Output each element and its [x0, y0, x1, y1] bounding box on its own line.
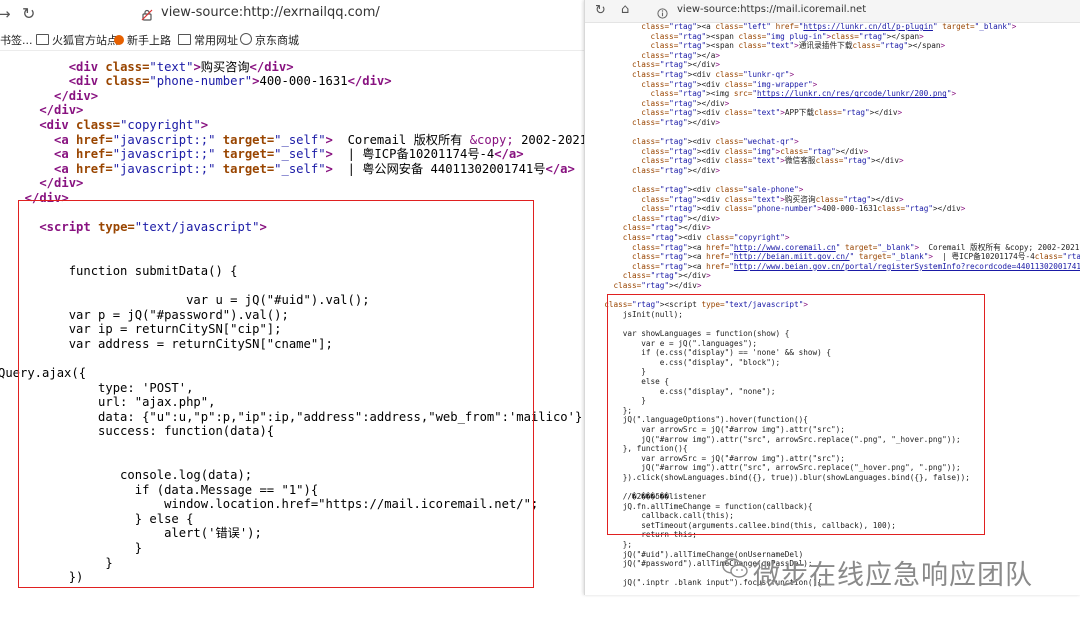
code-line: class="rtag"></div> [632, 117, 721, 127]
code-line: class="rtag"><div class="lunkr-qr"> [632, 69, 795, 79]
left-highlight-box [18, 200, 534, 588]
address-bar[interactable]: view-source:http://exrnailqq.com/ [161, 5, 380, 20]
wechat-logo-icon [722, 558, 748, 578]
code-line: class="rtag"></div> [613, 281, 702, 291]
code-line: class="rtag"></div> [632, 165, 721, 175]
code-line: class="rtag"></div> [622, 271, 711, 281]
address-bar[interactable]: view-source:https://mail.icoremail.net [677, 4, 866, 15]
code-line: </div> [10, 103, 84, 118]
code-line: class="rtag"><span class="text">通讯录插件下载c… [650, 41, 946, 51]
code-line: class="rtag"><div class="copyright"> [622, 233, 790, 243]
code-line: <div class="phone-number">400-000-1631</… [10, 74, 392, 89]
code-line: class="rtag"><span class="img plug-in">c… [650, 31, 924, 41]
code-line: class="rtag"><img src="https://lunkr.cn/… [650, 89, 957, 99]
forward-icon[interactable]: → [0, 5, 11, 23]
code-line: class="rtag"><div class="wechat-qr"> [632, 137, 799, 147]
warning-lock-icon[interactable] [141, 6, 153, 21]
code-line: class="rtag"><a href="http://beian.miit.… [632, 252, 1080, 262]
reload-icon[interactable]: ↻ [595, 3, 606, 18]
code-line: class="rtag"><div class="text">购买咨询class… [641, 194, 904, 204]
code-line: class="rtag"><div class="img-wrapper"> [641, 79, 818, 89]
code-line: class="rtag"></div> [632, 60, 721, 70]
code-line: </div> [10, 88, 99, 103]
folder-icon [178, 34, 191, 45]
code-line: class="rtag"></a> [641, 50, 721, 60]
code-line: class="rtag"><a href="http://www.coremai… [632, 242, 1080, 252]
watermark-text: 微步在线应急响应团队 [753, 560, 1033, 591]
home-icon[interactable]: ⌂ [621, 2, 629, 17]
code-line: class="rtag"><a href="http://www.beian.g… [632, 261, 1080, 271]
code-line: <a href="javascript:;" target="_self"> C… [10, 132, 584, 147]
globe-icon [240, 33, 252, 45]
code-line: <div class="text">购买咨询</div> [10, 59, 294, 74]
code-line: class="rtag"></div> [622, 223, 711, 233]
code-line: class="rtag"><div class="text">微信客服class… [641, 156, 904, 166]
watermark: 微步在线应急响应团队 [722, 553, 1033, 592]
code-line: <a href="javascript:;" target="_self"> |… [10, 161, 575, 176]
code-line: class="rtag"><a class="left" href="https… [641, 22, 1017, 31]
folder-icon [36, 34, 49, 45]
code-line: class="rtag"></div> [641, 98, 730, 108]
code-line: class="rtag"><div class="text">APP下载clas… [641, 108, 903, 118]
code-line: class="rtag"><div class="sale-phone"> [632, 185, 804, 195]
reload-icon[interactable]: ↻ [22, 4, 35, 23]
code-line: class="rtag"><div class="img">class="rta… [641, 146, 869, 156]
code-line: <a href="javascript:;" target="_self"> |… [10, 147, 524, 162]
right-browser-window: ↻ ⌂ view-source:https://mail.icoremail.n… [584, 0, 1080, 595]
left-browser-window: → ↻ view-source:http://exrnailqq.com/ 书签… [0, 0, 584, 617]
firefox-icon [114, 35, 124, 45]
code-line: </div> [10, 176, 84, 191]
code-line: class="rtag"></div> [632, 213, 721, 223]
code-line: <div class="copyright"> [10, 117, 209, 132]
info-icon[interactable] [657, 4, 668, 19]
left-toolbar: → ↻ view-source:http://exrnailqq.com/ [0, 0, 584, 28]
code-line: class="rtag"><div class="phone-number">4… [641, 204, 966, 214]
right-highlight-box [607, 294, 985, 535]
right-toolbar: ↻ ⌂ view-source:https://mail.icoremail.n… [585, 0, 1080, 23]
code-line: }; [595, 540, 633, 550]
